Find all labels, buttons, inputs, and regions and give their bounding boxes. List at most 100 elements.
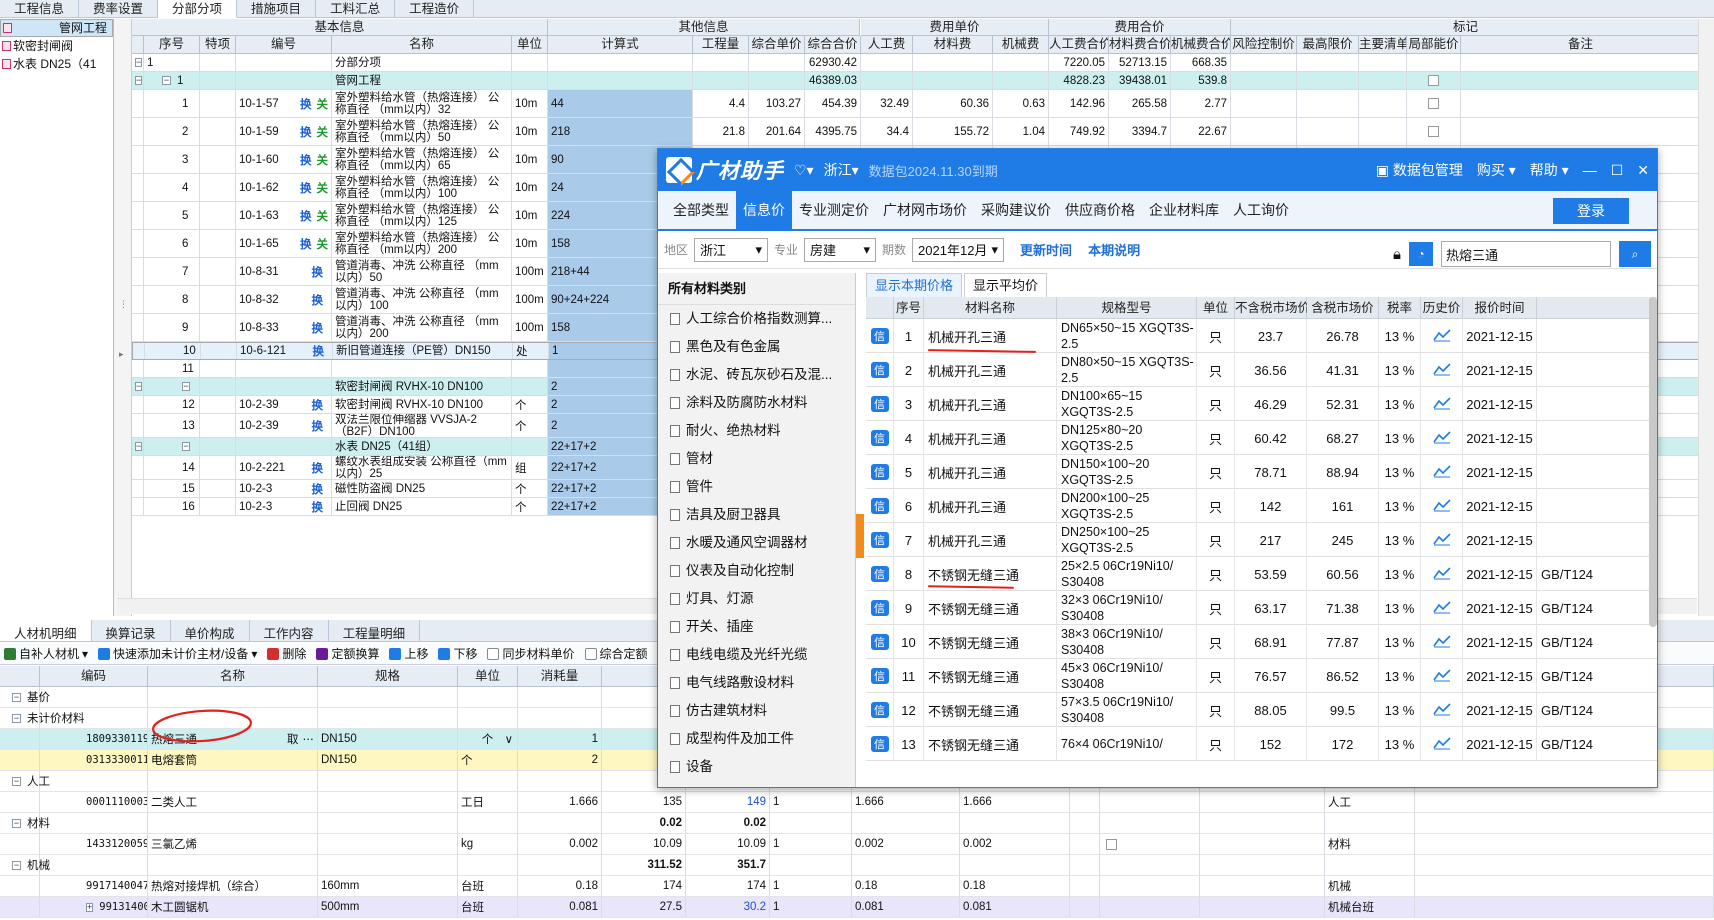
trend-chart-icon[interactable] (1432, 668, 1451, 685)
toolbar-button[interactable]: 快速添加未计价主材/设备 ▾ (98, 645, 257, 662)
toolbar-button[interactable]: 删除 (267, 645, 306, 662)
resource-row[interactable]: − 材料 0.02 0.02 (0, 813, 1714, 834)
expand-toggle[interactable]: − (135, 442, 143, 451)
expand-toggle[interactable]: − (12, 860, 21, 870)
maximize-icon[interactable]: ☐ (1611, 162, 1624, 179)
info-icon[interactable]: 信 (870, 566, 889, 582)
category-item[interactable]: 工程用他专业附件及... (658, 781, 855, 787)
assistant-nav-tab[interactable]: 采购建议价 (974, 190, 1058, 230)
price-table-scrollbar[interactable] (1649, 297, 1657, 627)
category-item[interactable]: 仪表及自动化控制 (658, 557, 855, 585)
price-row[interactable]: 信 1 机械开孔三通 DN65×50~15 XGQT3S-2.5 只 23.7 26.78 1… (866, 319, 1657, 353)
expand-toggle[interactable]: − (135, 382, 143, 391)
category-item[interactable]: 开关、插座 (658, 613, 855, 641)
column-header[interactable]: 主要清单 (1359, 36, 1407, 54)
assistant-nav-tab[interactable]: 专业测定价 (792, 190, 876, 230)
price-row[interactable]: 信 3 机械开孔三通 DN100×65~15 XGQT3S-2.5 只 46.29 52.3… (866, 387, 1657, 421)
table-row[interactable]: 1 10-1-57 换关室外塑料给水管（热熔连接） 公称直径 （mm以内）32 10m… (132, 90, 1714, 118)
trend-chart-icon[interactable] (1432, 498, 1451, 515)
resource-row[interactable]: +9913140023木工圆锯机500mm台班0.08127.530.210.0… (0, 897, 1714, 918)
convert-icon[interactable]: 换 (300, 96, 312, 112)
tree-item[interactable]: 管网工程 (0, 19, 113, 37)
vertical-scrollbar[interactable] (1698, 19, 1714, 616)
category-item[interactable]: 电气线路敷设材料 (658, 669, 855, 697)
trend-chart-icon[interactable] (1432, 430, 1451, 447)
update-time-link[interactable]: 更新时间 (1020, 240, 1072, 259)
expand-toggle[interactable]: − (162, 76, 171, 85)
trend-chart-icon[interactable] (1432, 532, 1451, 549)
data-pack-manage-button[interactable]: ▣ 数据包管理 (1376, 160, 1463, 180)
toolbar-button[interactable]: 下移 (438, 645, 477, 662)
convert-icon[interactable]: 换 (313, 343, 325, 359)
link-icon[interactable]: 关 (317, 124, 329, 140)
column-header[interactable]: 特项 (200, 36, 236, 54)
info-icon[interactable]: 信 (870, 464, 889, 480)
convert-icon[interactable]: 换 (312, 418, 324, 434)
table-row[interactable]: −1 分部分项 62930.42 7220.05 52713.15 668.35 (132, 54, 1714, 72)
tree-item[interactable]: 软密封闸阀 (0, 37, 113, 55)
resource-row[interactable]: 9917140047 热熔对接焊机（综合） 160mm 台班 0.18 174 174 1 0.… (0, 876, 1714, 897)
detail-tab[interactable]: 工作内容 (250, 620, 329, 641)
category-item[interactable]: 耐火、绝热材料 (658, 417, 855, 445)
chevron-down-icon[interactable]: ∨ (505, 732, 513, 746)
price-row[interactable]: 信 13 不锈钢无缝三通 76×4 06Cr19Ni10/只 152 172 13 % 202… (866, 727, 1657, 761)
top-tab[interactable]: 费率设置 (79, 0, 159, 18)
close-icon[interactable]: ✕ (1637, 162, 1649, 179)
toolbar-button[interactable]: 自补人材机 ▾ (4, 645, 88, 662)
price-row[interactable]: 信 7 机械开孔三通 DN250×100~25 XGQT3S-2.5 只 217 245 13… (866, 523, 1657, 557)
price-subtab[interactable]: 显示平均价 (964, 273, 1048, 297)
price-column-header[interactable]: 含税市场价 (1307, 297, 1379, 319)
category-item[interactable]: 灯具、灯源 (658, 585, 855, 613)
category-item[interactable]: 设备 (658, 753, 855, 781)
major-select[interactable]: 房建 ▾ (804, 237, 877, 262)
convert-icon[interactable]: 换 (312, 292, 324, 308)
column-header[interactable]: 人工费合价 (1049, 36, 1109, 54)
region-selector[interactable]: 浙江▾ (824, 160, 859, 180)
column-header[interactable]: 机械费合价 (1171, 36, 1231, 54)
trend-chart-icon[interactable] (1432, 600, 1451, 617)
assistant-nav-tab[interactable]: 信息价 (736, 190, 792, 230)
toolbar-button[interactable]: 同步材料单价 (487, 645, 575, 662)
detail-tab[interactable]: 人材机明细 (0, 620, 92, 641)
bottom-column-header[interactable]: 编码 (40, 666, 148, 687)
column-header[interactable]: 计算式 (548, 36, 693, 54)
price-column-header[interactable] (1537, 297, 1657, 319)
row-checkbox[interactable] (1106, 838, 1117, 850)
chevron-down-icon[interactable]: ▾ (251, 647, 257, 661)
detail-tab[interactable]: 单价构成 (171, 620, 250, 641)
top-tab[interactable]: 分部分项 (158, 0, 238, 18)
assistant-nav-tab[interactable]: 广材网市场价 (876, 190, 974, 230)
resource-row[interactable]: 0001110003 二类人工 工日 1.666 135 149 1 1.666 1.666 人工 (0, 792, 1714, 813)
price-row[interactable]: 信 4 机械开孔三通 DN125×80~20 XGQT3S-2.5 只 60.42 68.2… (866, 421, 1657, 455)
price-column-header[interactable]: 报价时间 (1463, 297, 1537, 319)
column-header[interactable]: 机械费 (993, 36, 1049, 54)
column-header[interactable]: 材料费 (913, 36, 993, 54)
trend-chart-icon[interactable] (1432, 566, 1451, 583)
info-icon[interactable]: 信 (870, 362, 889, 378)
category-item[interactable]: 管件 (658, 473, 855, 501)
row-checkbox[interactable] (1428, 126, 1439, 137)
top-tab[interactable]: 工程信息 (0, 0, 80, 18)
collapse-handle[interactable] (856, 514, 864, 558)
column-header[interactable]: 备注 (1461, 36, 1701, 54)
column-header[interactable] (132, 36, 144, 54)
category-item[interactable]: 成型构件及加工件 (658, 725, 855, 753)
expand-toggle[interactable]: − (12, 713, 21, 723)
link-icon[interactable]: 关 (317, 96, 329, 112)
assistant-nav-tab[interactable]: 企业材料库 (1142, 190, 1226, 230)
expand-toggle[interactable]: − (12, 818, 21, 828)
convert-icon[interactable]: 换 (300, 152, 312, 168)
row-checkbox[interactable] (1428, 75, 1439, 86)
column-header[interactable]: 编号 (236, 36, 332, 54)
toolbar-button[interactable]: 综合定额 (584, 645, 648, 662)
expand-toggle[interactable]: − (135, 76, 143, 85)
convert-icon[interactable]: 换 (300, 208, 312, 224)
info-icon[interactable]: 信 (870, 498, 889, 514)
price-column-header[interactable]: 序号 (894, 297, 924, 319)
more-icon[interactable]: ⋯ (303, 732, 315, 746)
price-row[interactable]: 信 11 不锈钢无缝三通 45×3 06Cr19Ni10/ S30408 只 76.57 8… (866, 659, 1657, 693)
convert-icon[interactable]: 换 (300, 180, 312, 196)
heart-icon[interactable]: ♡▾ (794, 162, 814, 179)
bottom-column-header[interactable]: 单位 (458, 666, 518, 687)
convert-icon[interactable]: 换 (312, 460, 324, 476)
